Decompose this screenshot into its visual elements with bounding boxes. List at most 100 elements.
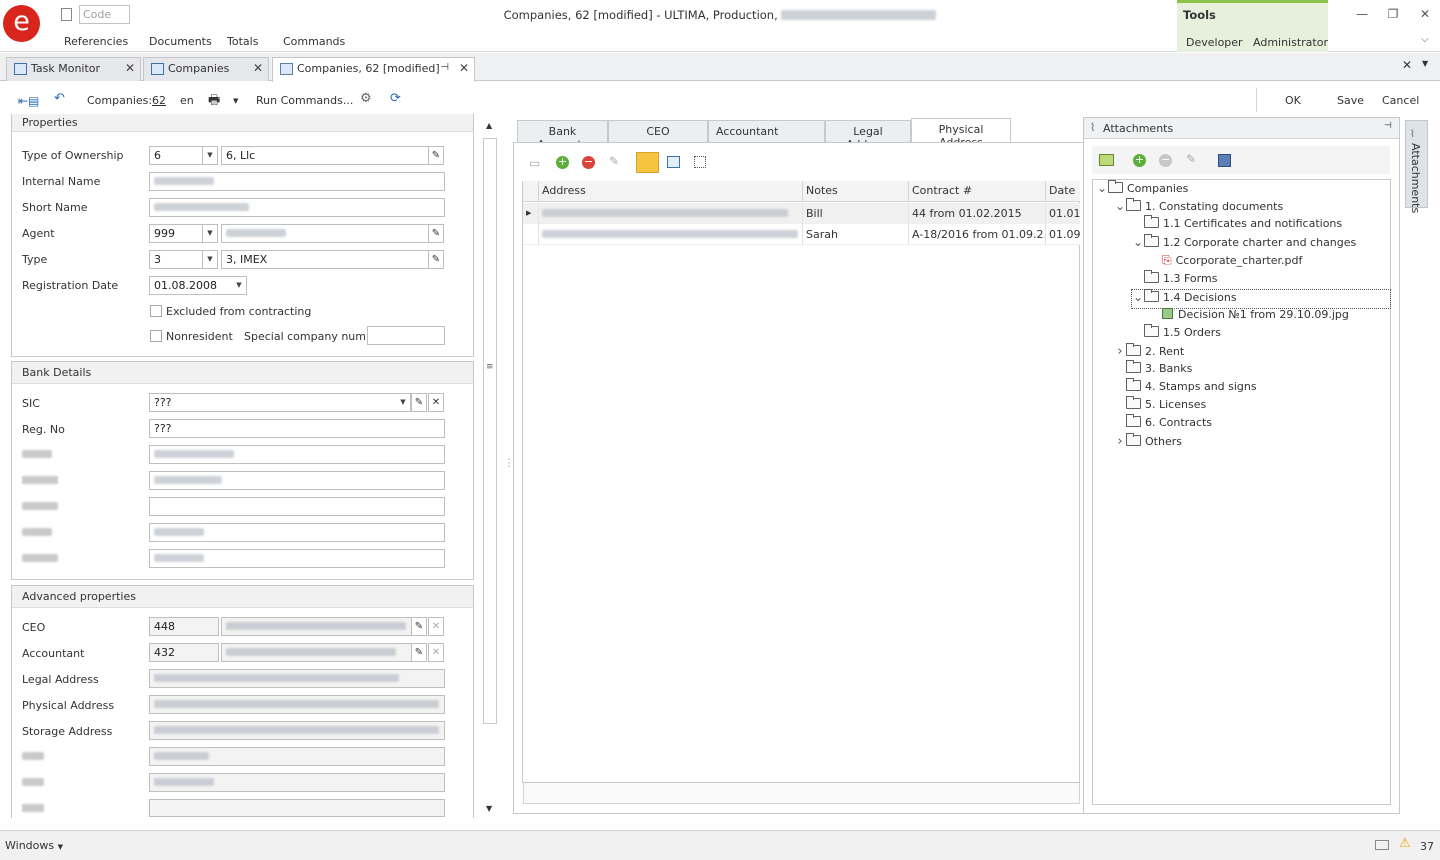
tree-view-icon[interactable] [694, 156, 706, 168]
code-input[interactable]: Code [79, 5, 130, 24]
edit-icon[interactable]: ✎ [428, 146, 444, 165]
restore-icon[interactable]: ❐ [1385, 7, 1401, 23]
tree-file[interactable]: ⎘ Ccorporate_charter.pdf [1150, 253, 1302, 271]
type-value-input[interactable]: 3, IMEX [221, 250, 429, 269]
settings-icon[interactable]: ⚙ [360, 91, 372, 106]
tree-folder[interactable]: 6. Contracts [1114, 414, 1212, 434]
remove-icon[interactable]: − [1159, 154, 1172, 167]
close-all-icon[interactable]: ✕ [1402, 58, 1412, 72]
tab-bank-accounts[interactable]: Bank Accounts [517, 120, 608, 151]
reg-no-input[interactable]: ??? [149, 419, 445, 438]
save-button[interactable]: Save [1337, 94, 1364, 107]
tree-folder[interactable]: 4. Stamps and signs [1114, 378, 1257, 398]
tree-folder[interactable]: ⌄ 1. Constating documents [1114, 198, 1283, 217]
tab-legal-address[interactable]: Legal Address [825, 120, 911, 151]
menu-commands[interactable]: Commands [283, 35, 345, 48]
add-folder-icon[interactable] [1099, 154, 1114, 166]
attachments-side-tab[interactable]: ⌇ Attachments [1405, 120, 1428, 213]
undo-icon[interactable]: ↶ [54, 91, 65, 106]
tools-administrator[interactable]: Administrator [1253, 36, 1328, 49]
scroll-thumb[interactable] [483, 138, 497, 724]
edit-icon[interactable]: ✎ [609, 154, 619, 168]
run-commands-button[interactable]: Run Commands... [256, 94, 353, 107]
tab-physical-address[interactable]: Physical Address [911, 118, 1011, 149]
redacted-input[interactable] [149, 523, 445, 542]
save-attachments-icon[interactable] [1218, 154, 1231, 167]
minimize-icon[interactable]: — [1354, 7, 1370, 23]
physical-address-input[interactable] [149, 695, 445, 714]
mail-icon[interactable] [1375, 840, 1389, 850]
agent-code-input[interactable]: 999 [149, 224, 203, 243]
chevron-down-icon[interactable]: ▼ [203, 224, 218, 243]
close-icon[interactable]: ✕ [253, 61, 263, 75]
expand-chevron-icon[interactable]: › [1114, 434, 1126, 449]
scroll-down-icon[interactable]: ▼ [486, 804, 492, 813]
redacted-input[interactable] [149, 747, 445, 766]
collapse-chevron-icon[interactable]: ⌄ [1096, 181, 1108, 195]
sic-input[interactable]: ??? [149, 393, 397, 412]
edit-icon[interactable]: ✎ [411, 393, 427, 412]
tree-folder[interactable]: ⌄ 1.4 Decisions [1131, 288, 1391, 309]
navigate-back-icon[interactable]: ⇤▤ [18, 94, 39, 108]
cancel-button[interactable]: Cancel [1382, 94, 1419, 107]
menu-referencies[interactable]: Referencies [64, 35, 128, 48]
language-selector[interactable]: en [180, 94, 194, 107]
agent-value-input[interactable] [221, 224, 429, 243]
expand-chevron-icon[interactable]: › [1114, 344, 1126, 359]
registration-date-input[interactable]: 01.08.2008 [149, 276, 233, 295]
short-name-input[interactable] [149, 198, 445, 217]
edit-icon[interactable]: ✎ [411, 643, 427, 662]
ownership-value-input[interactable]: 6, Llc [221, 146, 429, 165]
redacted-input[interactable] [149, 799, 445, 817]
clear-icon[interactable]: ✕ [428, 617, 444, 636]
close-icon[interactable]: ✕ [125, 61, 135, 75]
tab-companies-62[interactable]: Companies, 62 [modified] ⊣ ✕ [272, 57, 475, 82]
tree-folder[interactable]: ⌄ Companies [1096, 180, 1188, 199]
menu-totals[interactable]: Totals [227, 35, 258, 48]
clear-icon[interactable]: ✕ [428, 393, 444, 412]
tab-companies[interactable]: Companies ✕ [143, 57, 269, 81]
nonresident-checkbox[interactable] [150, 330, 162, 342]
tree-folder[interactable]: 1.3 Forms [1132, 269, 1217, 290]
special-number-input[interactable] [367, 326, 445, 345]
add-icon[interactable]: + [556, 156, 569, 169]
ok-button[interactable]: OK [1285, 94, 1301, 107]
redacted-input[interactable] [149, 471, 445, 490]
storage-address-input[interactable] [149, 721, 445, 740]
collapse-chevron-icon[interactable]: ⌄ [1114, 199, 1126, 213]
menu-documents[interactable]: Documents [149, 35, 212, 48]
edit-icon[interactable]: ✎ [411, 617, 427, 636]
ownership-code-input[interactable]: 6 [149, 146, 203, 165]
refresh-icon[interactable]: ⟳ [390, 91, 401, 106]
column-notes[interactable]: Notes [803, 181, 909, 202]
redacted-input[interactable] [149, 549, 445, 568]
tab-task-monitor[interactable]: Task Monitor ✕ [6, 57, 141, 81]
entity-id-link[interactable]: 62 [152, 94, 166, 107]
app-logo[interactable]: e [3, 5, 40, 42]
type-code-input[interactable]: 3 [149, 250, 203, 269]
tree-folder[interactable]: 1.5 Orders [1132, 323, 1221, 344]
tabs-menu-icon[interactable]: ▼ [1422, 59, 1428, 68]
edit-icon[interactable]: ✎ [428, 224, 444, 243]
tools-developer[interactable]: Developer [1186, 36, 1243, 49]
form-scrollbar[interactable]: ▲ ≡ ▼ [483, 118, 498, 818]
ribbon-collapse-icon[interactable]: ⌵ [1421, 34, 1429, 45]
column-date[interactable]: Date [1046, 181, 1080, 202]
pin-icon[interactable]: ⊣ [440, 62, 449, 73]
close-icon[interactable]: ✕ [459, 61, 469, 75]
close-window-icon[interactable]: ✕ [1417, 7, 1433, 23]
new-record-icon[interactable]: ▭ [529, 156, 540, 170]
redacted-input[interactable] [149, 773, 445, 792]
column-address[interactable]: Address [539, 181, 803, 202]
accountant-code-input[interactable]: 432 [149, 643, 219, 662]
table-row[interactable]: ▶ Bill 44 from 01.02.2015 01.01. [523, 203, 1080, 224]
tab-ceo[interactable]: CEO [608, 120, 708, 142]
remove-icon[interactable]: − [582, 156, 595, 169]
legal-address-input[interactable] [149, 669, 445, 688]
fit-columns-icon[interactable] [636, 152, 659, 173]
tree-folder[interactable]: ⌄ 1.2 Corporate charter and changes [1132, 234, 1356, 253]
redacted-input[interactable] [149, 445, 445, 464]
tree-folder[interactable]: › 2. Rent [1114, 342, 1184, 362]
internal-name-input[interactable] [149, 172, 445, 191]
column-contract[interactable]: Contract # [909, 181, 1046, 202]
